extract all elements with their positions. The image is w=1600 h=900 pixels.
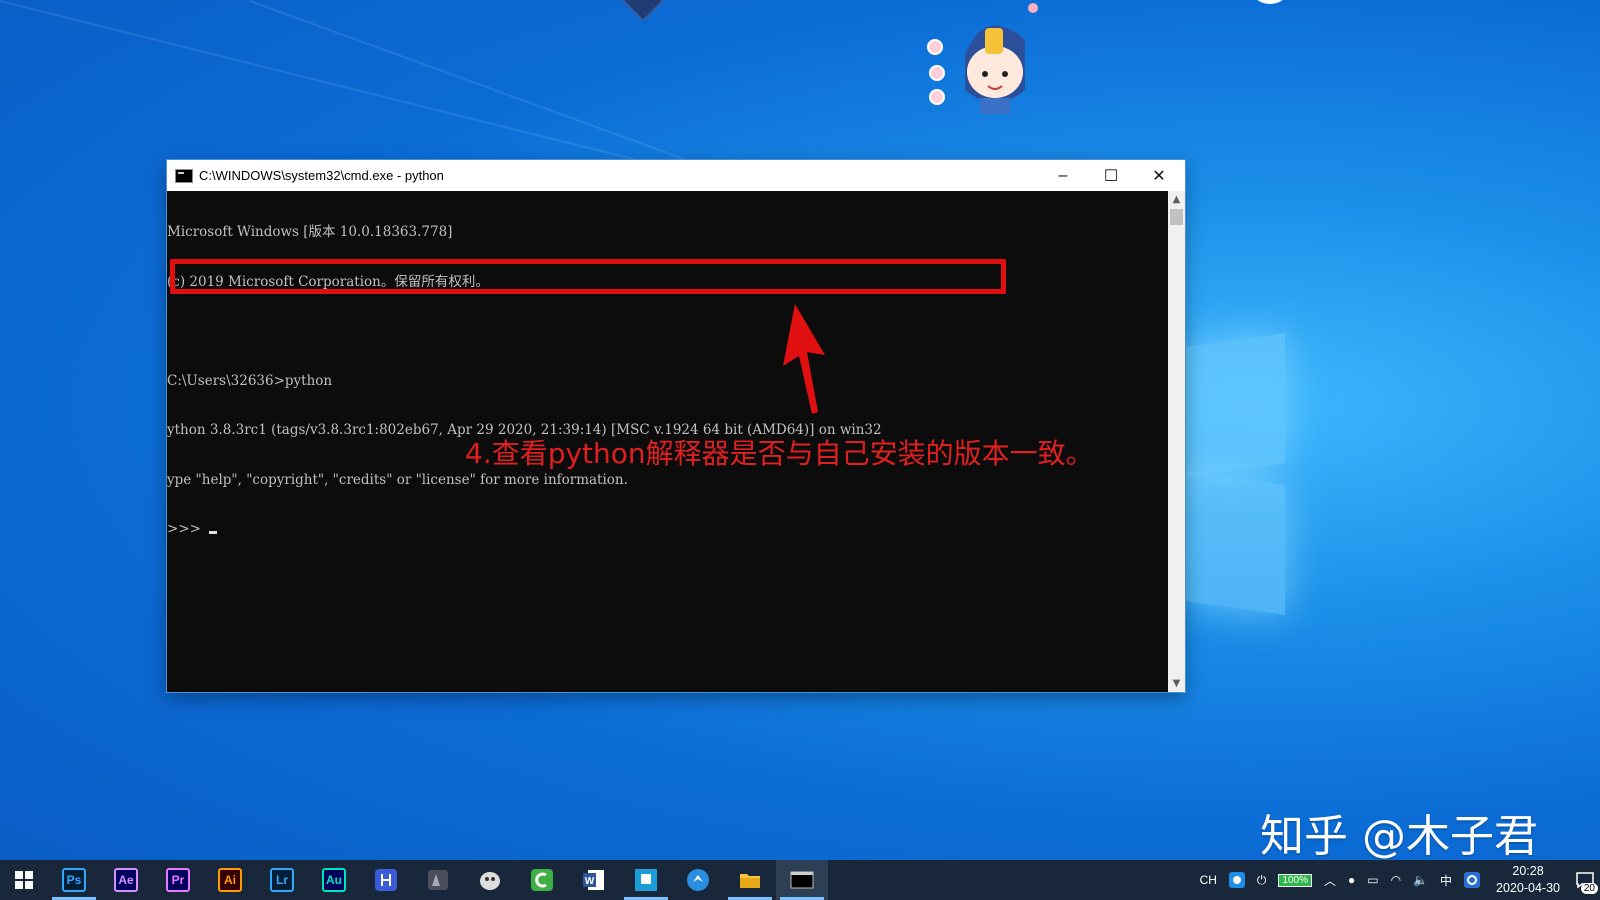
vertical-scrollbar[interactable]: ▲ ▼ <box>1168 191 1185 692</box>
console-prompt: >>> <box>167 521 206 537</box>
notification-count: 20 <box>1580 883 1598 894</box>
cmd-window[interactable]: C:\WINDOWS\system32\cmd.exe - python – ☐… <box>167 160 1185 692</box>
audition-icon: Au <box>322 868 346 892</box>
show-hidden-icons-chevron-icon[interactable]: ︿ <box>1324 872 1336 889</box>
penguin-app-icon <box>480 872 500 890</box>
taskbar-app-game[interactable] <box>412 860 464 900</box>
taskbar-app-feiq[interactable] <box>672 860 724 900</box>
taskbar-app-camtasia[interactable] <box>516 860 568 900</box>
qq-icon[interactable] <box>1228 872 1245 888</box>
system-tray: CH ⏻ 100% ︿ ● ▭ ◠ 🔈 中 20:28 2020-04-30 2… <box>1194 860 1600 900</box>
cartoon-sticker-icon <box>927 3 1038 114</box>
watermark-text: 知乎 @木子君 <box>1260 811 1538 862</box>
taskbar-app-lightroom[interactable]: Lr <box>256 860 308 900</box>
screenshot-app-icon <box>635 869 657 891</box>
clock-time: 20:28 <box>1512 864 1544 878</box>
red-arrow-icon <box>783 304 825 414</box>
taskbar-app-premiere[interactable]: Pr <box>152 860 204 900</box>
terminal-icon <box>790 871 814 889</box>
folder-icon <box>740 874 760 888</box>
start-button[interactable] <box>0 860 48 900</box>
taskbar-app-word[interactable]: W <box>568 860 620 900</box>
wechat-icon[interactable]: ● <box>1348 873 1355 887</box>
taskbar-app-after-effects[interactable]: Ae <box>100 860 152 900</box>
console-line: ype "help", "copyright", "credits" or "l… <box>167 471 628 488</box>
text-cursor <box>209 531 218 534</box>
notification-center-icon[interactable]: 20 <box>1570 860 1600 900</box>
windows-start-icon <box>15 871 33 889</box>
taskbar-app-snipaste[interactable] <box>620 860 672 900</box>
premiere-icon: Pr <box>166 868 190 892</box>
clock[interactable]: 20:28 2020-04-30 <box>1496 863 1560 897</box>
search-tray-icon[interactable] <box>1464 872 1481 888</box>
taskbar-app-cmd[interactable] <box>776 860 828 900</box>
console-line: C:\Users\32636>python <box>167 372 333 389</box>
maximize-button[interactable]: ☐ <box>1087 160 1135 191</box>
taskbar-app-illustrator[interactable]: Ai <box>204 860 256 900</box>
taskbar-app-feishu[interactable] <box>360 860 412 900</box>
clock-date: 2020-04-30 <box>1496 881 1560 895</box>
svg-text:W: W <box>585 876 595 887</box>
bracket-app-icon <box>375 869 397 891</box>
taskbar-app-file-explorer[interactable] <box>724 860 776 900</box>
game-app-icon <box>428 870 448 890</box>
photoshop-icon: Ps <box>62 868 86 892</box>
console-line: Microsoft Windows [版本 10.0.18363.778] <box>167 224 453 240</box>
lightroom-icon: Lr <box>270 868 294 892</box>
window-titlebar[interactable]: C:\WINDOWS\system32\cmd.exe - python – ☐… <box>167 160 1185 191</box>
desktop-shortcut-icon[interactable] <box>621 0 665 23</box>
annotation-text: 4.查看python解释器是否与自己安装的版本一致。 <box>465 437 1094 470</box>
scroll-up-arrow-icon[interactable]: ▲ <box>1168 191 1185 208</box>
windows-logo-wallpaper <box>1185 318 1285 618</box>
scroll-down-arrow-icon[interactable]: ▼ <box>1168 675 1185 692</box>
word-app-icon: W <box>583 870 604 890</box>
blue-circle-app-icon <box>687 869 709 891</box>
volume-icon[interactable]: 🔈 <box>1413 873 1428 887</box>
console-prompt-line[interactable]: >>> <box>167 521 1167 538</box>
taskbar: Ps Ae Pr Ai Lr Au W CH ⏻ 100% ︿ ● ▭ ◠ 🔈 … <box>0 860 1600 900</box>
wifi-icon[interactable]: ◠ <box>1391 873 1401 887</box>
battery-indicator[interactable]: 100% <box>1278 873 1312 887</box>
close-button[interactable]: ✕ <box>1135 160 1183 191</box>
window-title: C:\WINDOWS\system32\cmd.exe - python <box>199 168 444 183</box>
taskbar-app-animal[interactable] <box>464 860 516 900</box>
after-effects-icon: Ae <box>114 868 138 892</box>
input-language[interactable]: CH <box>1200 873 1217 887</box>
taskbar-app-photoshop[interactable]: Ps <box>48 860 100 900</box>
keyboard-icon[interactable]: ▭ <box>1367 873 1378 887</box>
power-plug-icon[interactable]: ⏻ <box>1257 873 1267 888</box>
cmd-app-icon[interactable] <box>175 168 193 183</box>
desktop-shortcut-icon[interactable] <box>1248 0 1292 4</box>
taskbar-app-audition[interactable]: Au <box>308 860 360 900</box>
camtasia-app-icon <box>531 869 553 891</box>
scrollbar-thumb[interactable] <box>1170 209 1183 225</box>
ime-mode[interactable]: 中 <box>1440 872 1452 889</box>
highlight-box <box>170 259 1006 294</box>
illustrator-icon: Ai <box>218 868 242 892</box>
minimize-button[interactable]: – <box>1039 160 1087 191</box>
